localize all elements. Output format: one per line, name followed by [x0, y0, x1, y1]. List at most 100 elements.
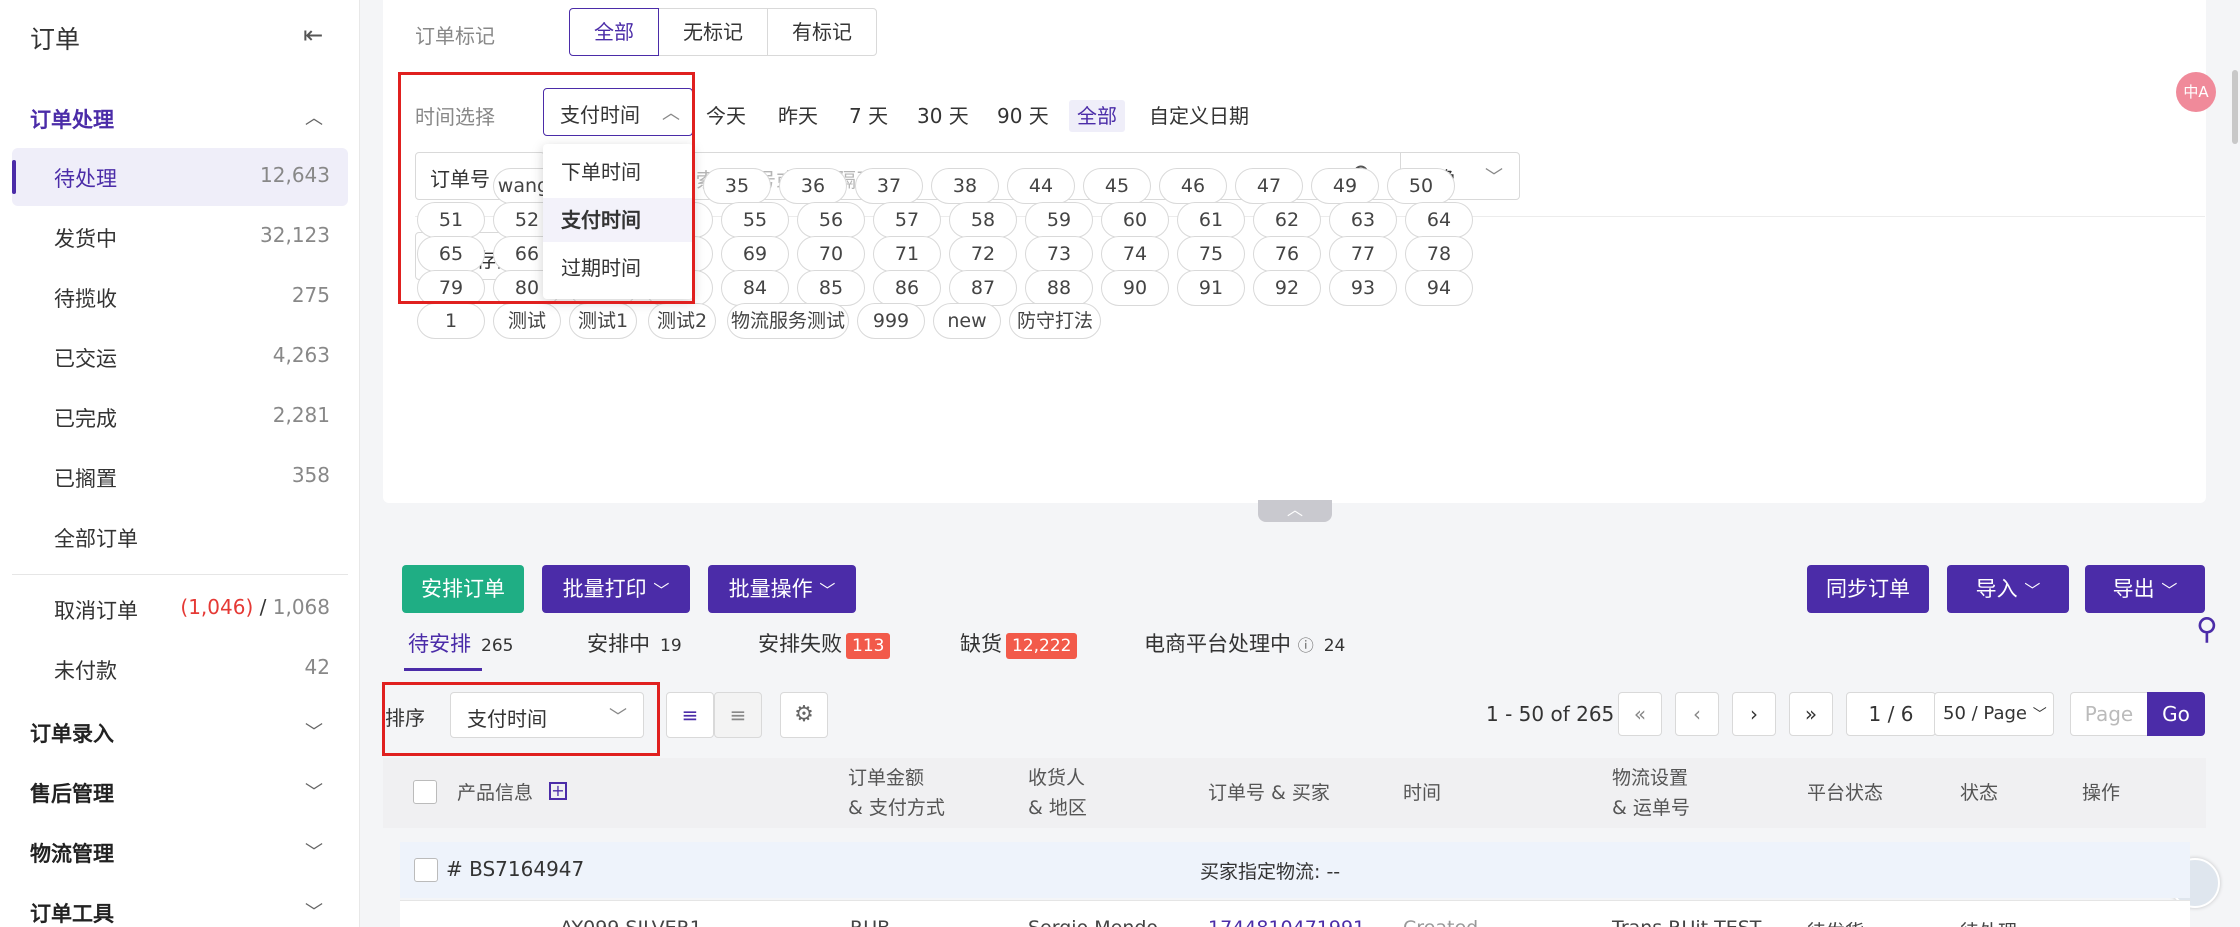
mark-all-button[interactable]: 全部	[569, 8, 659, 56]
tab-arrange-failed[interactable]: 安排失败 113	[758, 628, 891, 659]
quick-90days[interactable]: 90 天	[989, 100, 1057, 132]
help-icon[interactable]: ⓘ	[1298, 636, 1314, 655]
tag-chip[interactable]: 45	[1083, 168, 1151, 204]
sidebar-item-unpaid[interactable]: 未付款 42	[12, 640, 348, 698]
section-logistics[interactable]: 物流管理	[30, 838, 114, 868]
tag-chip[interactable]: 35	[703, 168, 771, 204]
tag-chip[interactable]: 测试	[493, 303, 561, 339]
import-button[interactable]: 导入 ﹀	[1947, 565, 2069, 613]
chevron-down-icon[interactable]: ﹀	[305, 898, 323, 924]
tag-chip[interactable]: 71	[873, 236, 941, 272]
sidebar-item-delivered[interactable]: 已交运 4,263	[12, 328, 348, 386]
sort-asc-icon[interactable]: ≡	[714, 692, 762, 738]
tag-chip[interactable]: 94	[1405, 270, 1473, 306]
tag-chip[interactable]: 73	[1025, 236, 1093, 272]
quick-all[interactable]: 全部	[1069, 100, 1125, 132]
tag-chip[interactable]: 60	[1101, 202, 1169, 238]
tag-chip[interactable]: 93	[1329, 270, 1397, 306]
translate-icon[interactable]: 中A	[2176, 72, 2216, 112]
select-all-checkbox[interactable]	[413, 780, 437, 804]
tag-chip[interactable]: 75	[1177, 236, 1245, 272]
tag-chip[interactable]: new	[933, 303, 1001, 339]
next-page-icon[interactable]: ›	[1732, 692, 1776, 736]
batch-print-button[interactable]: 批量打印 ﹀	[542, 565, 690, 613]
tag-chip[interactable]: 1	[417, 303, 485, 339]
go-button[interactable]: Go	[2147, 692, 2205, 736]
tag-chip[interactable]: 78	[1405, 236, 1473, 272]
section-order-tools[interactable]: 订单工具	[30, 898, 114, 927]
search-icon[interactable]: ⚲	[2196, 612, 2218, 647]
tag-chip[interactable]: 84	[721, 270, 789, 306]
tag-chip[interactable]: 防守打法	[1009, 303, 1101, 339]
quick-30days[interactable]: 30 天	[909, 100, 977, 132]
chevron-up-icon[interactable]: ︿	[305, 104, 323, 130]
tab-platform-processing[interactable]: 电商平台处理中 ⓘ 24	[1144, 628, 1345, 658]
tag-chip[interactable]: 76	[1253, 236, 1321, 272]
tag-chip[interactable]: 72	[949, 236, 1017, 272]
sidebar-item-on-hold[interactable]: 已搁置 358	[12, 448, 348, 506]
tag-chip[interactable]: 59	[1025, 202, 1093, 238]
tag-chip[interactable]: 92	[1253, 270, 1321, 306]
tag-chip[interactable]: 56	[797, 202, 865, 238]
sort-desc-icon[interactable]: ≡	[666, 692, 714, 738]
collapse-filter-handle[interactable]: ︿	[1258, 500, 1332, 522]
quick-yesterday[interactable]: 昨天	[770, 100, 826, 132]
quick-custom-date[interactable]: 自定义日期	[1141, 100, 1257, 132]
chevron-down-icon[interactable]: ﹀	[305, 778, 323, 804]
tag-chip[interactable]: 87	[949, 270, 1017, 306]
quick-today[interactable]: 今天	[698, 100, 754, 132]
chevron-down-icon[interactable]: ﹀	[305, 838, 323, 864]
tag-chip[interactable]: 999	[857, 303, 925, 339]
tag-chip[interactable]: 物流服务测试	[727, 303, 849, 339]
row-checkbox[interactable]	[414, 858, 438, 882]
scrollbar[interactable]	[2232, 70, 2238, 144]
tag-chip[interactable]: 64	[1405, 202, 1473, 238]
tag-chip[interactable]: 63	[1329, 202, 1397, 238]
tag-chip[interactable]: 测试1	[569, 303, 637, 339]
sidebar-item-shipping[interactable]: 发货中 32,123	[12, 208, 348, 266]
sync-orders-button[interactable]: 同步订单	[1807, 565, 1929, 613]
tag-chip[interactable]: 61	[1177, 202, 1245, 238]
chevron-down-icon[interactable]: ﹀	[305, 718, 323, 744]
expand-icon[interactable]: +	[549, 782, 567, 800]
tag-chip[interactable]: 58	[949, 202, 1017, 238]
prev-page-icon[interactable]: ‹	[1675, 692, 1719, 736]
tag-chip[interactable]: 88	[1025, 270, 1093, 306]
tag-chip[interactable]: 47	[1235, 168, 1303, 204]
sidebar-item-all-orders[interactable]: 全部订单	[12, 508, 348, 566]
tag-chip[interactable]: 49	[1311, 168, 1379, 204]
batch-ops-button[interactable]: 批量操作 ﹀	[708, 565, 856, 613]
tag-chip[interactable]: 85	[797, 270, 865, 306]
tab-out-of-stock[interactable]: 缺货 12,222	[960, 628, 1078, 659]
last-page-icon[interactable]: »	[1789, 692, 1833, 736]
order-number-link[interactable]: 1744810471991	[1208, 917, 1365, 927]
sidebar-item-completed[interactable]: 已完成 2,281	[12, 388, 348, 446]
tag-chip[interactable]: 69	[721, 236, 789, 272]
arrange-orders-button[interactable]: 安排订单	[402, 565, 524, 613]
tag-chip[interactable]: 46	[1159, 168, 1227, 204]
tab-to-arrange[interactable]: 待安排 265	[408, 628, 513, 658]
tag-chip[interactable]: 57	[873, 202, 941, 238]
section-after-sales[interactable]: 售后管理	[30, 778, 114, 808]
tag-chip[interactable]: 77	[1329, 236, 1397, 272]
quick-7days[interactable]: 7 天	[841, 100, 896, 132]
tag-chip[interactable]: 70	[797, 236, 865, 272]
sidebar-item-cancelled[interactable]: 取消订单 (1,046) / 1,068	[12, 580, 348, 638]
tag-chip[interactable]: 44	[1007, 168, 1075, 204]
tag-chip[interactable]: 36	[779, 168, 847, 204]
export-button[interactable]: 导出 ﹀	[2085, 565, 2205, 613]
mark-none-button[interactable]: 无标记	[658, 8, 768, 56]
tab-arranging[interactable]: 安排中 19	[587, 628, 682, 658]
gear-icon[interactable]: ⚙	[780, 692, 828, 738]
mark-has-button[interactable]: 有标记	[767, 8, 877, 56]
tag-chip[interactable]: 91	[1177, 270, 1245, 306]
section-order-processing[interactable]: 订单处理	[30, 104, 114, 134]
sidebar-item-awaiting-pickup[interactable]: 待揽收 275	[12, 268, 348, 326]
menu-fold-icon[interactable]: ⇤	[300, 22, 326, 48]
page-input[interactable]: Page	[2070, 692, 2148, 736]
order-id[interactable]: # BS7164947	[446, 857, 584, 881]
tag-chip[interactable]: 74	[1101, 236, 1169, 272]
sidebar-item-pending[interactable]: 待处理 12,643	[12, 148, 348, 206]
tag-chip[interactable]: 90	[1101, 270, 1169, 306]
tag-chip[interactable]: 86	[873, 270, 941, 306]
